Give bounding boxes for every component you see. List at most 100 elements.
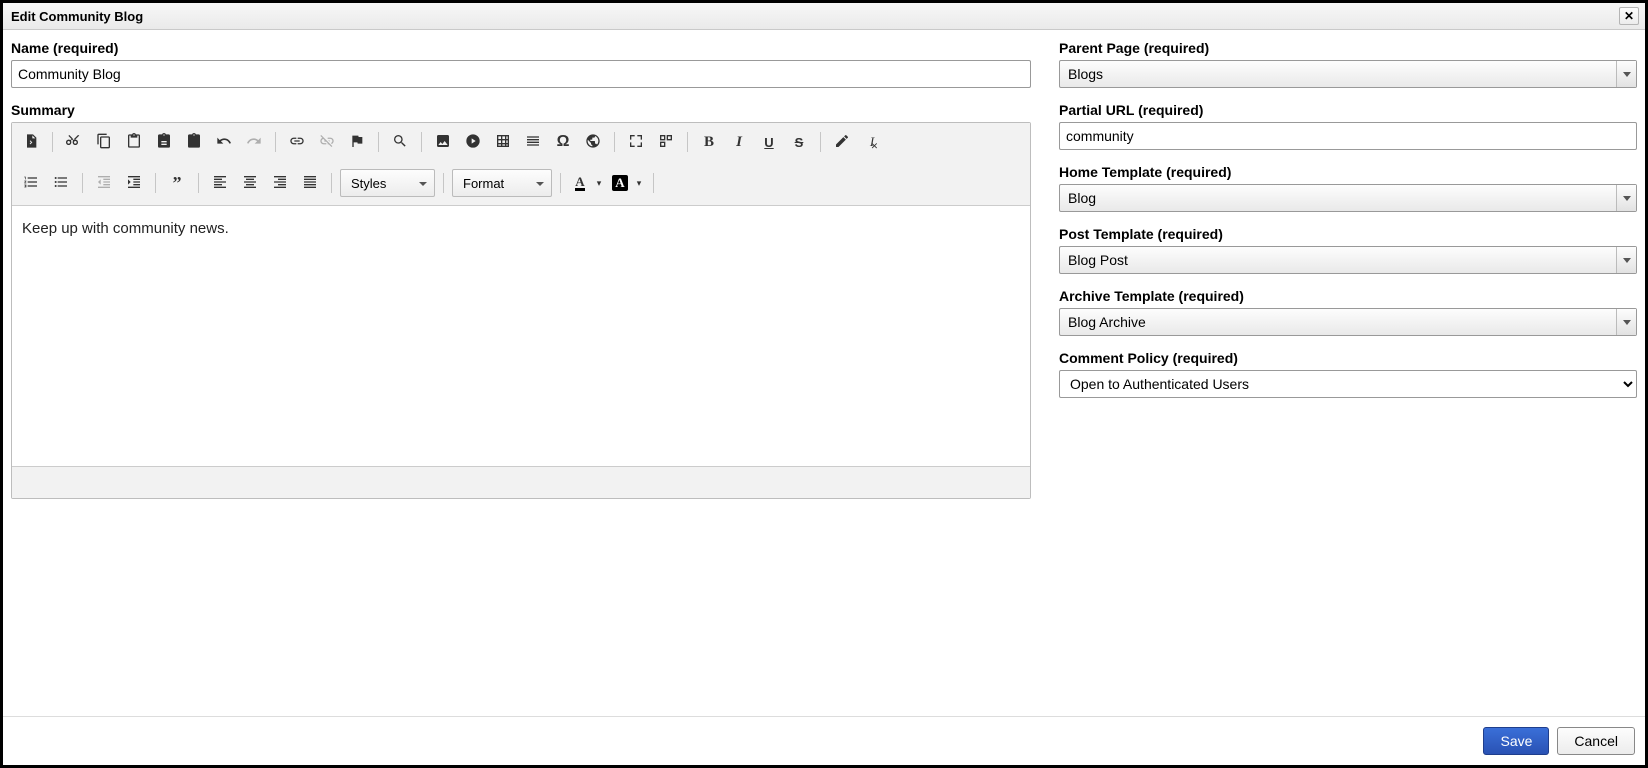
numbered-list-icon xyxy=(23,174,39,193)
unlink-button[interactable] xyxy=(314,129,340,155)
text-color-button[interactable]: A ▾ xyxy=(569,170,605,196)
chevron-down-icon: ▾ xyxy=(637,178,642,189)
dialog: Edit Community Blog ✕ Name (required) Su… xyxy=(3,3,1645,765)
name-input[interactable] xyxy=(11,60,1031,88)
partial-url-input[interactable] xyxy=(1059,122,1637,150)
separator xyxy=(198,173,199,193)
find-button[interactable] xyxy=(387,129,413,155)
italic-button[interactable]: I xyxy=(726,129,752,155)
table-button[interactable] xyxy=(490,129,516,155)
rich-text-editor: Ω xyxy=(11,122,1031,499)
numbered-list-button[interactable] xyxy=(18,170,44,196)
archive-template-label: Archive Template (required) xyxy=(1059,288,1637,304)
bullet-list-button[interactable] xyxy=(48,170,74,196)
align-justify-button[interactable] xyxy=(297,170,323,196)
summary-field: Summary xyxy=(11,102,1031,694)
redo-button[interactable] xyxy=(241,129,267,155)
partial-url-label: Partial URL (required) xyxy=(1059,102,1637,118)
maximize-button[interactable] xyxy=(623,129,649,155)
blockquote-button[interactable]: ” xyxy=(164,170,190,196)
underline-button[interactable]: U xyxy=(756,129,782,155)
embed-button[interactable] xyxy=(460,129,486,155)
post-template-label: Post Template (required) xyxy=(1059,226,1637,242)
post-template-field: Post Template (required) Blog Post xyxy=(1059,226,1637,274)
undo-icon xyxy=(216,133,232,152)
chevron-down-icon xyxy=(1616,247,1636,273)
summary-editor-body[interactable]: Keep up with community news. xyxy=(12,206,1030,466)
styles-label: Styles xyxy=(351,176,386,191)
underline-icon: U xyxy=(764,135,773,150)
separator xyxy=(155,173,156,193)
align-right-button[interactable] xyxy=(267,170,293,196)
cut-button[interactable] xyxy=(61,129,87,155)
post-template-select[interactable]: Blog Post xyxy=(1059,246,1637,274)
remove-format-button[interactable]: I✕ xyxy=(859,129,885,155)
save-button[interactable]: Save xyxy=(1483,727,1549,755)
image-button[interactable] xyxy=(430,129,456,155)
link-button[interactable] xyxy=(284,129,310,155)
home-template-select[interactable]: Blog xyxy=(1059,184,1637,212)
show-blocks-button[interactable] xyxy=(653,129,679,155)
cancel-button[interactable]: Cancel xyxy=(1557,727,1635,755)
indent-icon xyxy=(126,174,142,193)
post-template-value: Blog Post xyxy=(1068,252,1128,268)
maximize-icon xyxy=(628,133,644,152)
outdent-icon xyxy=(96,174,112,193)
partial-url-field: Partial URL (required) xyxy=(1059,102,1637,150)
special-char-button[interactable]: Ω xyxy=(550,129,576,155)
text-color-icon-wrap: A xyxy=(569,170,591,196)
bg-color-arrow[interactable]: ▾ xyxy=(633,170,645,196)
separator xyxy=(560,173,561,193)
format-dropdown[interactable]: Format xyxy=(452,169,552,197)
outdent-button[interactable] xyxy=(91,170,117,196)
close-button[interactable]: ✕ xyxy=(1619,7,1639,25)
unlink-icon xyxy=(319,133,335,152)
link-icon xyxy=(289,133,305,152)
align-left-button[interactable] xyxy=(207,170,233,196)
paste-text-button[interactable] xyxy=(151,129,177,155)
home-template-label: Home Template (required) xyxy=(1059,164,1637,180)
archive-template-field: Archive Template (required) Blog Archive xyxy=(1059,288,1637,336)
paste-word-button[interactable] xyxy=(181,129,207,155)
separator xyxy=(421,132,422,152)
dialog-title: Edit Community Blog xyxy=(11,9,143,24)
marker-icon xyxy=(834,133,850,152)
editor-footer xyxy=(12,466,1030,498)
search-icon xyxy=(392,133,408,152)
name-field: Name (required) xyxy=(11,40,1031,88)
comment-policy-field: Comment Policy (required) Open to Authen… xyxy=(1059,350,1637,398)
copy-button[interactable] xyxy=(91,129,117,155)
comment-policy-select[interactable]: Open to Authenticated Users xyxy=(1059,370,1637,398)
hr-icon xyxy=(525,133,541,152)
indent-button[interactable] xyxy=(121,170,147,196)
strike-button[interactable]: S xyxy=(786,129,812,155)
styles-dropdown[interactable]: Styles xyxy=(340,169,435,197)
anchor-button[interactable] xyxy=(344,129,370,155)
parent-page-select[interactable]: Blogs xyxy=(1059,60,1637,88)
dialog-content: Name (required) Summary xyxy=(3,30,1645,716)
hr-button[interactable] xyxy=(520,129,546,155)
chevron-down-icon: ▾ xyxy=(597,178,602,189)
archive-template-select[interactable]: Blog Archive xyxy=(1059,308,1637,336)
separator xyxy=(331,173,332,193)
source-button[interactable] xyxy=(18,129,44,155)
align-center-button[interactable] xyxy=(237,170,263,196)
iframe-button[interactable] xyxy=(580,129,606,155)
paste-button[interactable] xyxy=(121,129,147,155)
bold-button[interactable]: B xyxy=(696,129,722,155)
table-icon xyxy=(495,133,511,152)
chevron-down-icon xyxy=(1616,309,1636,335)
separator xyxy=(820,132,821,152)
italic-icon: I xyxy=(736,134,742,151)
bold-icon: B xyxy=(704,134,714,151)
undo-button[interactable] xyxy=(211,129,237,155)
bg-color-button[interactable]: A ▾ xyxy=(609,170,645,196)
blocks-icon xyxy=(658,133,674,152)
archive-template-value: Blog Archive xyxy=(1068,314,1146,330)
marker-button[interactable] xyxy=(829,129,855,155)
strike-icon: S xyxy=(795,135,804,150)
embed-icon xyxy=(465,133,481,152)
text-color-arrow[interactable]: ▾ xyxy=(593,170,605,196)
bullet-list-icon xyxy=(53,174,69,193)
summary-label: Summary xyxy=(11,102,1031,118)
